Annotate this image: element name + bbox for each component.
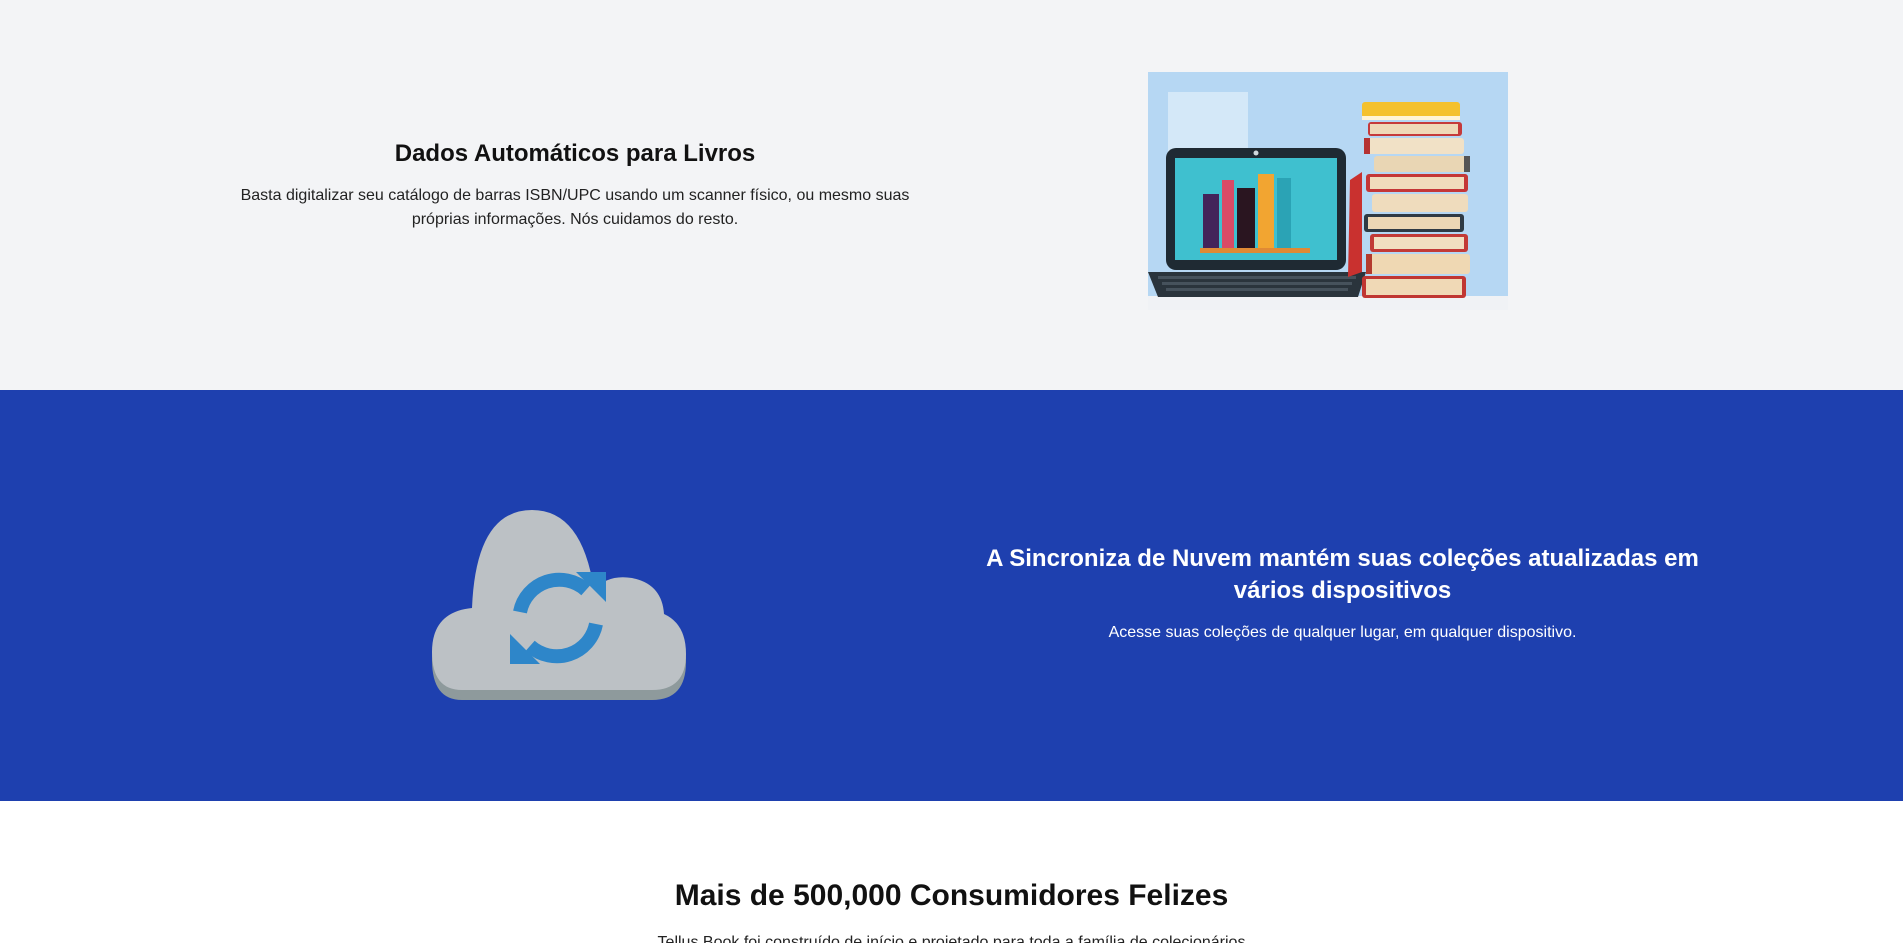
books-feature-title: Dados Automáticos para Livros [394,140,756,167]
cloud-sync-text: A Sincroniza de Nuvem mantém suas coleçõ… [980,543,1705,645]
cloud-sync-icon [432,510,686,700]
consumers-section: Mais de 500,000 Consumidores Felizes Tel… [0,801,1903,943]
books-feature-description: Basta digitalizar seu catálogo de barras… [240,187,910,228]
books-feature-section: Dados Automáticos para Livros Basta digi… [0,0,1903,390]
laptop-books-illustration [1148,72,1508,310]
cloud-sync-description: Acesse suas coleções de qualquer lugar, … [1108,624,1577,641]
consumers-subtitle: Tellus Book foi construído de início e p… [657,934,1246,943]
cloud-sync-section: A Sincroniza de Nuvem mantém suas coleçõ… [0,390,1903,801]
consumers-title: Mais de 500,000 Consumidores Felizes [674,879,1229,912]
cloud-sync-title: A Sincroniza de Nuvem mantém suas coleçõ… [986,545,1699,604]
books-feature-text: Dados Automáticos para Livros Basta digi… [230,140,920,232]
